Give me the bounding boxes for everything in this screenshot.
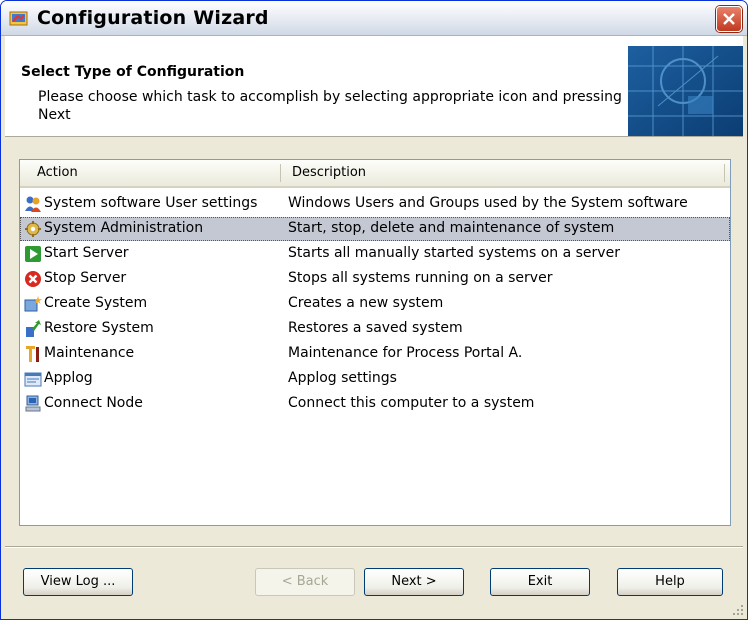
action-label: System Administration (44, 220, 204, 236)
column-header-action[interactable]: Action (37, 160, 78, 186)
close-icon (723, 13, 735, 25)
start-icon (25, 246, 41, 262)
wizard-header: Select Type of Configuration Please choo… (5, 36, 743, 137)
action-description: Restores a saved system (288, 320, 463, 336)
next-button[interactable]: Next > (364, 568, 464, 596)
admin-tools-icon (25, 221, 41, 237)
action-label: System software User settings (44, 195, 258, 211)
column-divider[interactable] (280, 164, 281, 182)
list-item[interactable]: Maintenance Maintenance for Process Port… (20, 342, 730, 366)
action-list[interactable]: Action Description System software User … (19, 159, 731, 526)
configuration-wizard-window: Configuration Wizard Select Type of Conf… (0, 0, 748, 620)
action-label: Create System (44, 295, 148, 311)
list-item[interactable]: Stop Server Stops all systems running on… (20, 267, 730, 291)
list-item[interactable]: Create System Creates a new system (20, 292, 730, 316)
list-item[interactable]: Connect Node Connect this computer to a … (20, 392, 730, 416)
action-description: Stops all systems running on a server (288, 270, 553, 286)
page-title: Select Type of Configuration (21, 64, 245, 80)
action-description: Windows Users and Groups used by the Sys… (288, 195, 688, 211)
title-bar[interactable]: Configuration Wizard (1, 1, 747, 36)
action-label: Start Server (44, 245, 129, 261)
header-banner-image (628, 46, 743, 136)
column-divider[interactable] (724, 164, 725, 182)
connect-node-icon (25, 395, 41, 412)
exit-button[interactable]: Exit (490, 568, 590, 596)
action-description: Maintenance for Process Portal A. (288, 345, 523, 361)
list-item[interactable]: System software User settings Windows Us… (20, 192, 730, 216)
resize-grip-icon[interactable] (732, 604, 744, 616)
restore-icon (26, 320, 41, 337)
page-description: Please choose which task to accomplish b… (38, 89, 622, 123)
action-label: Applog (44, 370, 93, 386)
list-item[interactable]: Start Server Starts all manually started… (20, 242, 730, 266)
wizard-icon (9, 11, 28, 26)
stop-icon (25, 271, 41, 287)
action-description: Creates a new system (288, 295, 444, 311)
divider (5, 546, 743, 548)
help-button[interactable]: Help (617, 568, 723, 596)
maintenance-icon (26, 346, 39, 362)
applog-icon (24, 372, 42, 387)
list-item[interactable]: Restore System Restores a saved system (20, 317, 730, 341)
list-item-selected[interactable]: System Administration Start, stop, delet… (20, 217, 730, 241)
close-button[interactable] (716, 6, 742, 32)
back-button[interactable]: < Back (255, 568, 355, 596)
view-log-button[interactable]: View Log ... (23, 568, 133, 596)
action-description: Start, stop, delete and maintenance of s… (288, 220, 615, 236)
column-header-description[interactable]: Description (292, 160, 366, 186)
users-icon (25, 196, 41, 212)
list-item[interactable]: Applog Applog settings (20, 367, 730, 391)
window-title: Configuration Wizard (37, 7, 269, 29)
action-label: Maintenance (44, 345, 135, 361)
list-header: Action Description (20, 160, 730, 188)
action-description: Applog settings (288, 370, 397, 386)
action-label: Stop Server (44, 270, 127, 286)
action-description: Starts all manually started systems on a… (288, 245, 620, 261)
action-description: Connect this computer to a system (288, 395, 535, 411)
action-label: Restore System (44, 320, 154, 336)
action-label: Connect Node (44, 395, 143, 411)
create-system-icon (24, 296, 42, 312)
